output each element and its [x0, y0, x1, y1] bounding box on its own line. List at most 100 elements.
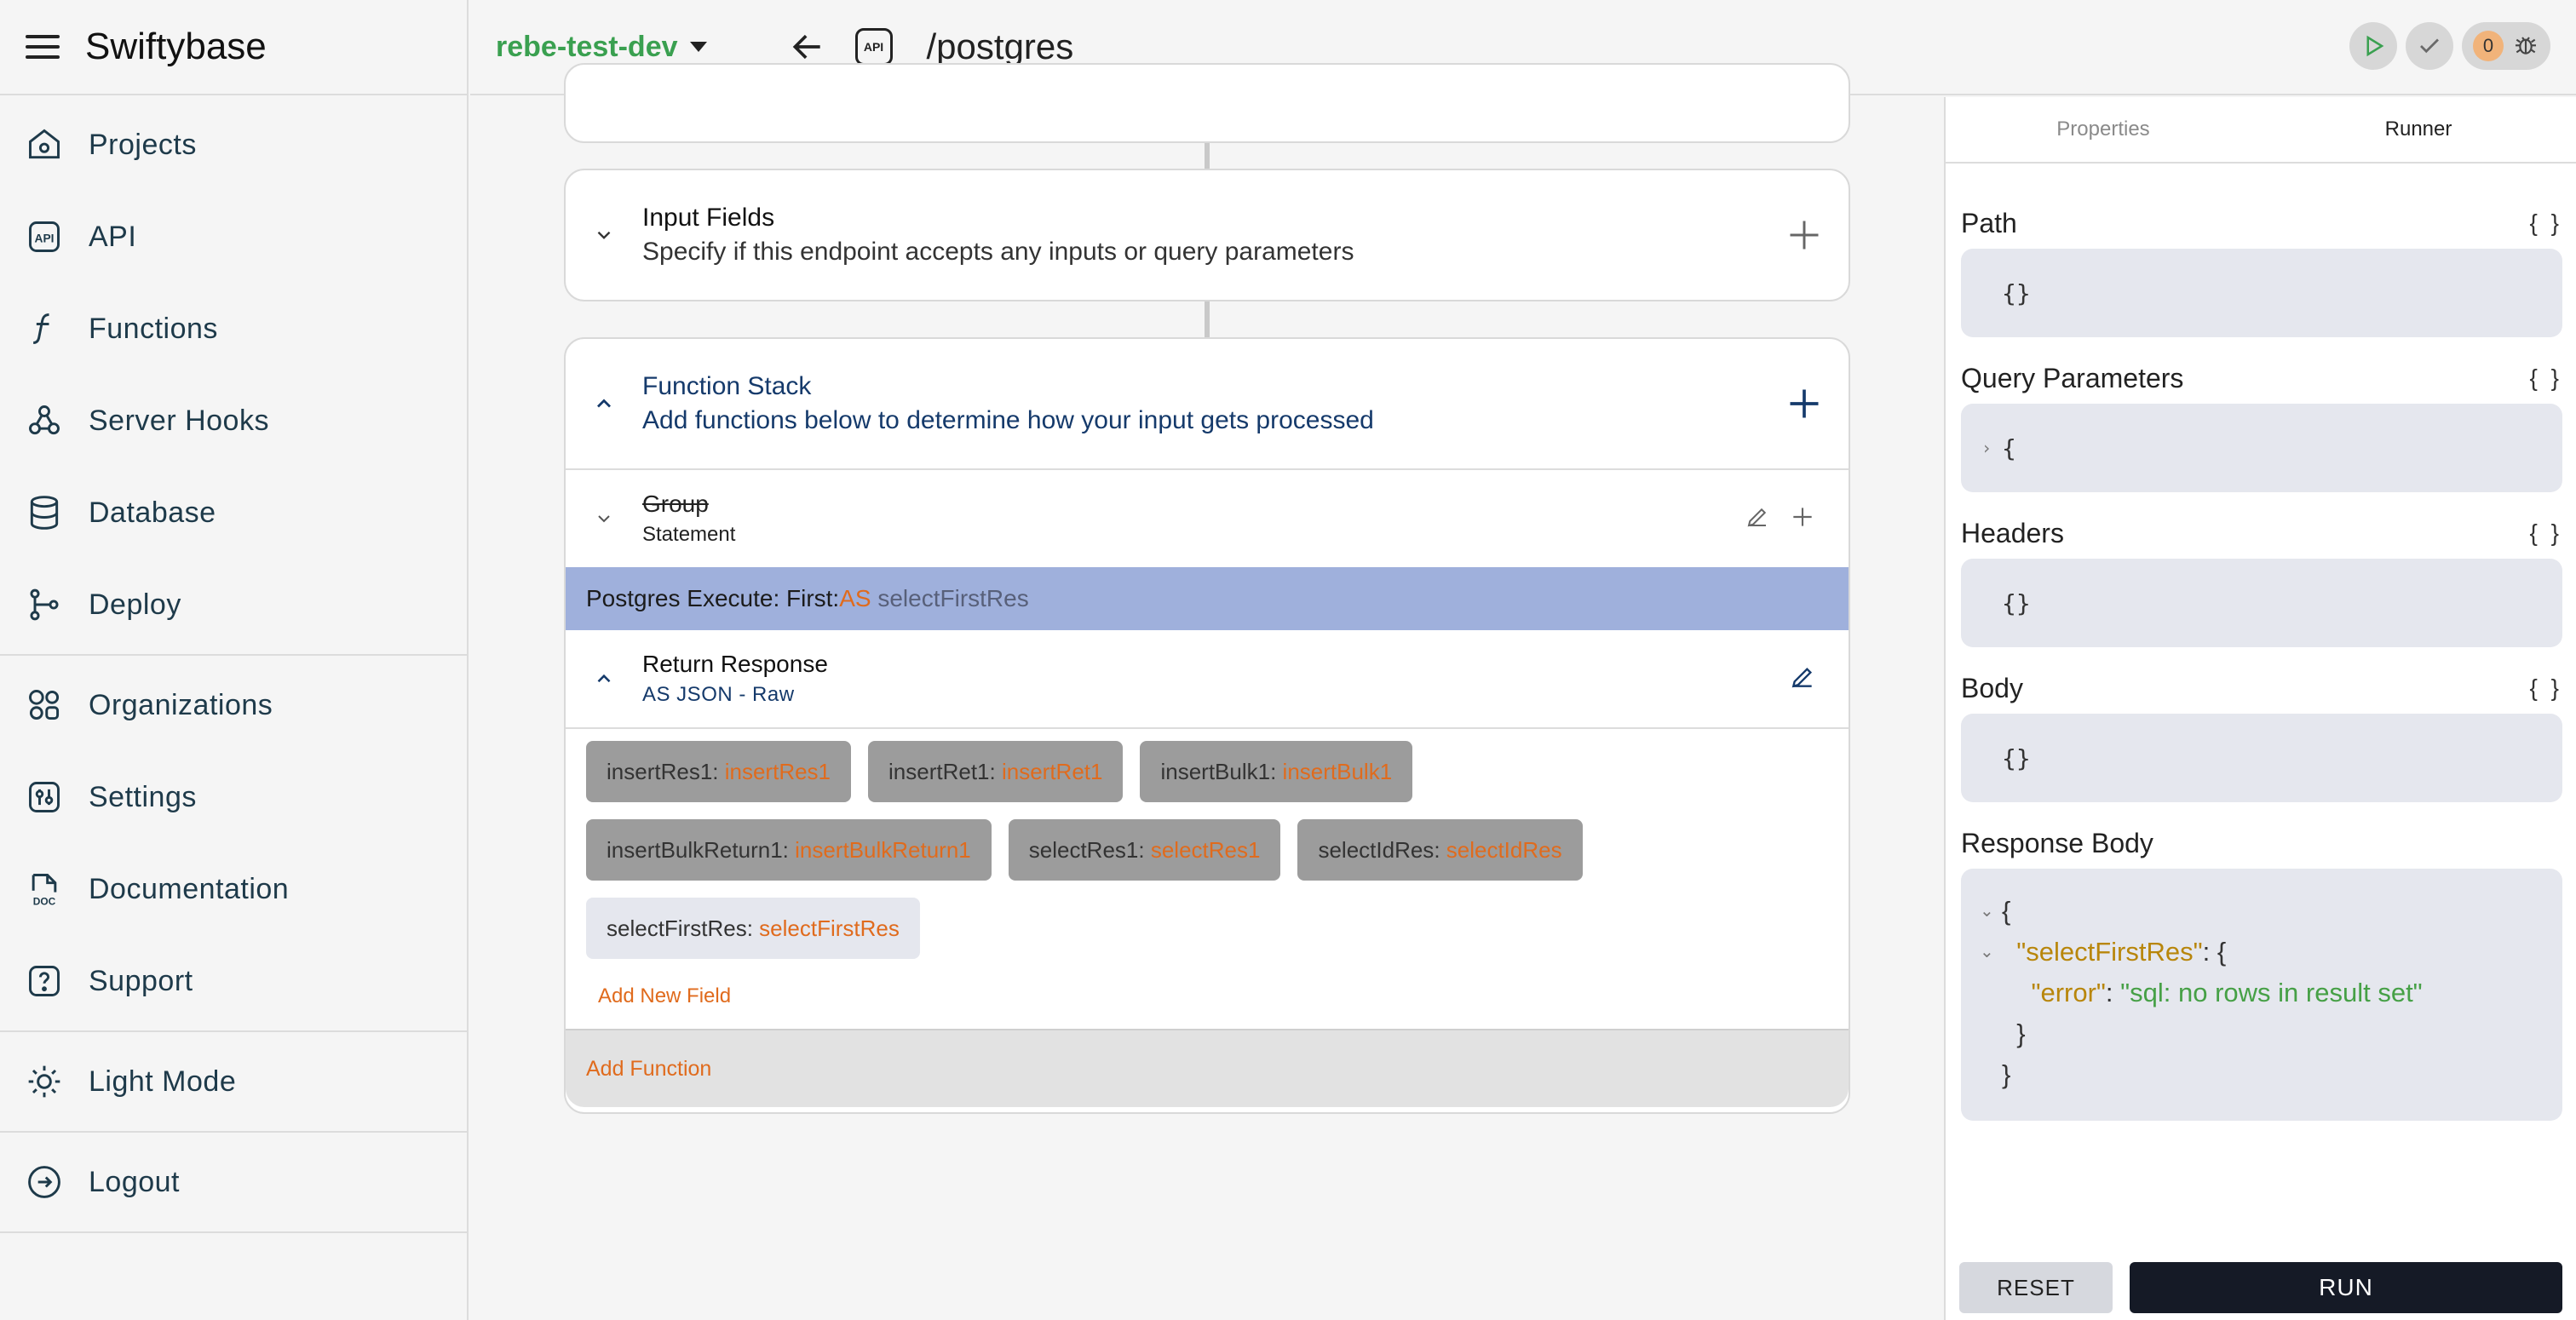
chevron-up-icon[interactable] [591, 391, 617, 416]
back-arrow-icon[interactable] [789, 28, 826, 66]
sidebar-item-label: Projects [89, 128, 197, 161]
path-title: Path [1961, 207, 2017, 238]
add-input-plus-icon[interactable] [1785, 216, 1823, 254]
field-key: insertRet1 [888, 758, 990, 784]
group-title: Group [642, 491, 709, 517]
response-field-chip[interactable]: selectFirstRes: selectFirstRes [586, 898, 920, 959]
response-field-chip[interactable]: insertBulk1: insertBulk1 [1140, 741, 1413, 802]
sidebar-item-label: Deploy [89, 588, 181, 621]
help-icon [26, 962, 63, 1000]
sidebar-item-label: Support [89, 964, 193, 997]
sidebar-item-settings[interactable]: Settings [0, 751, 467, 843]
pencil-icon[interactable] [1745, 504, 1770, 534]
query-editor[interactable]: › { [1961, 404, 2562, 492]
braces-icon[interactable]: { } [2530, 209, 2562, 237]
bug-icon [2512, 31, 2539, 62]
query-value: { [2002, 433, 2016, 462]
body-header: Body { } [1961, 663, 2562, 714]
json-close-inner: } [2016, 1019, 2026, 1048]
query-title: Query Parameters [1961, 362, 2184, 393]
debug-button[interactable]: 0 [2462, 22, 2550, 70]
sidebar-item-organizations[interactable]: Organizations [0, 659, 467, 751]
sun-icon [26, 1063, 63, 1100]
response-field-chip[interactable]: insertBulkReturn1: insertBulkReturn1 [586, 819, 992, 881]
path-editor[interactable]: {} [1961, 249, 2562, 337]
doc-icon: DOC [26, 870, 63, 908]
postgres-execute-row[interactable]: Postgres Execute: First: AS selectFirstR… [566, 567, 1849, 630]
runner-actions: RESET RUN [1959, 1262, 2562, 1313]
menu-icon[interactable] [26, 35, 60, 59]
git-branch-icon [26, 586, 63, 623]
sidebar-item-projects[interactable]: Projects [0, 99, 467, 191]
body-editor[interactable]: {} [1961, 714, 2562, 802]
group-subtitle: Statement [642, 523, 736, 546]
return-response-row[interactable]: Return Response AS JSON - Raw [566, 630, 1849, 729]
runner-panel: Properties Runner Path { } {} Query Para… [1944, 97, 2576, 1320]
response-header: Response Body [1961, 818, 2562, 869]
chevron-right-icon[interactable]: › [1981, 438, 1992, 458]
response-body-viewer[interactable]: ⌄{ ⌄ "selectFirstRes": { "error": "sql: n… [1961, 869, 2562, 1121]
group-statement-row[interactable]: Group Statement [566, 468, 1849, 567]
braces-icon[interactable]: { } [2530, 364, 2562, 392]
api-icon: API [854, 28, 893, 66]
run-button[interactable]: RUN [2130, 1262, 2562, 1313]
settings-icon [26, 778, 63, 816]
sidebar-item-label: Logout [89, 1165, 180, 1198]
sidebar-item-functions[interactable]: Functions [0, 283, 467, 375]
chevron-down-icon[interactable]: ⌄ [1980, 932, 1994, 973]
sidebar-item-documentation[interactable]: DOC Documentation [0, 843, 467, 935]
environment-select[interactable]: rebe-test-dev [496, 31, 707, 64]
sidebar-item-api[interactable]: API API [0, 191, 467, 283]
path-header: Path { } [1961, 198, 2562, 249]
field-key: selectFirstRes [607, 915, 747, 941]
sidebar-item-deploy[interactable]: Deploy [0, 559, 467, 651]
field-key: selectRes1 [1028, 836, 1139, 863]
headers-editor[interactable]: {} [1961, 559, 2562, 647]
response-field-chip[interactable]: selectRes1: selectRes1 [1008, 819, 1281, 881]
pg-prefix: Postgres Execute: First: [586, 585, 840, 611]
braces-icon[interactable]: { } [2530, 674, 2562, 702]
field-value: insertRes1 [724, 758, 831, 784]
field-key: selectIdRes [1318, 836, 1435, 863]
database-icon [26, 494, 63, 531]
sidebar-item-logout[interactable]: Logout [0, 1136, 467, 1228]
sidebar-item-label: Documentation [89, 872, 290, 905]
nav-group-theme: Light Mode [0, 1032, 467, 1133]
publish-check-button[interactable] [2406, 22, 2453, 70]
sidebar-item-database[interactable]: Database [0, 467, 467, 559]
response-field-chip[interactable]: insertRes1: insertRes1 [586, 741, 852, 802]
json-string: "sql: no rows in result set" [2120, 978, 2423, 1007]
function-stack-header[interactable]: Function Stack Add functions below to de… [566, 339, 1849, 468]
chevron-down-icon[interactable]: ⌄ [1980, 891, 1994, 932]
add-function-plus-icon[interactable] [1785, 385, 1823, 422]
reset-button[interactable]: RESET [1959, 1262, 2113, 1313]
response-field-chip[interactable]: selectIdRes: selectIdRes [1297, 819, 1583, 881]
sidebar-item-support[interactable]: Support [0, 935, 467, 1027]
pencil-icon[interactable] [1789, 663, 1816, 695]
plus-icon[interactable] [1789, 503, 1816, 535]
add-new-field-link[interactable]: Add New Field [566, 967, 1849, 1029]
response-field-chip[interactable]: insertRet1: insertRet1 [868, 741, 1124, 802]
json-close-outer: } [2002, 1059, 2011, 1089]
return-actions [1789, 663, 1816, 695]
chevron-down-icon[interactable] [591, 506, 617, 531]
sidebar-item-server-hooks[interactable]: Server Hooks [0, 375, 467, 467]
sidebar: Swiftybase Projects API API Functions Se… [0, 0, 469, 1320]
app-name: Swiftybase [85, 26, 267, 67]
tab-runner[interactable]: Runner [2261, 97, 2576, 162]
braces-icon[interactable]: { } [2530, 519, 2562, 547]
nav-group-main: Projects API API Functions Server Hooks … [0, 95, 467, 656]
sidebar-item-light-mode[interactable]: Light Mode [0, 1036, 467, 1128]
input-fields-header[interactable]: Input Fields Specify if this endpoint ac… [566, 170, 1849, 300]
play-button[interactable] [2349, 22, 2397, 70]
sidebar-item-label: Settings [89, 780, 197, 813]
chevron-up-icon[interactable] [591, 666, 617, 692]
field-value: selectIdRes [1446, 836, 1562, 863]
chevron-down-icon[interactable] [591, 222, 617, 248]
field-key: insertBulkReturn1 [607, 836, 783, 863]
tab-properties[interactable]: Properties [1946, 97, 2261, 162]
top-actions: 0 [2349, 22, 2550, 70]
field-value: selectFirstRes [759, 915, 900, 941]
add-function-button[interactable]: Add Function [566, 1029, 1849, 1107]
field-key: insertRes1 [607, 758, 713, 784]
